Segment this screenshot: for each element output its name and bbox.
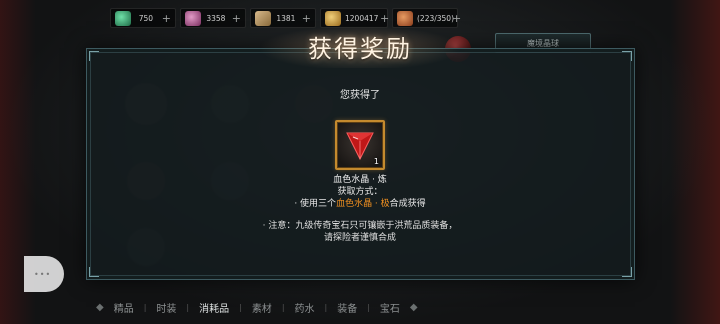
- tab-separator: |: [186, 302, 190, 312]
- obtain-suffix: 合成获得: [389, 199, 426, 209]
- obtain-prefix: · 使用三个: [294, 199, 337, 209]
- tab-separator: |: [143, 302, 147, 312]
- add-gold-button[interactable]: +: [380, 13, 389, 24]
- add-gem-button[interactable]: +: [232, 13, 241, 24]
- tabs-left-arrow-icon[interactable]: ◆: [96, 302, 104, 313]
- tab-equipment[interactable]: 装备: [333, 300, 361, 315]
- tab-separator: |: [324, 302, 328, 312]
- resource-gem: 3358 +: [180, 8, 246, 28]
- resource-value: 750: [138, 13, 154, 23]
- modal-title-wrap: 获得奖励: [250, 24, 470, 68]
- got-text: 您获得了: [340, 90, 380, 101]
- tab-potions[interactable]: 药水: [291, 300, 319, 315]
- tab-separator: |: [281, 302, 285, 312]
- gem-icon: [185, 11, 201, 26]
- resource-value: 1200417: [345, 13, 379, 23]
- corner-decoration: [622, 51, 632, 61]
- tab-premium[interactable]: 精品: [110, 300, 138, 315]
- jade-icon: [115, 11, 131, 26]
- corner-decoration: [89, 267, 99, 277]
- add-ticket-button[interactable]: +: [302, 13, 311, 24]
- tab-separator: |: [367, 302, 370, 312]
- modal-title: 获得奖励: [308, 34, 412, 63]
- add-jade-button[interactable]: +: [162, 13, 171, 24]
- corner-decoration: [89, 51, 99, 61]
- tab-separator: |: [239, 302, 242, 312]
- tab-consumables[interactable]: 消耗品: [195, 300, 233, 315]
- expand-bag-button[interactable]: +: [452, 13, 461, 24]
- resource-jade: 750 +: [110, 8, 176, 28]
- category-tabs: ◆ 精品 | 时装 | 消耗品 | 素材 | 药水 | 装备 | 宝石 ◆: [96, 296, 476, 318]
- obtain-highlight: 血色水晶 · 极: [336, 199, 390, 209]
- tab-gems[interactable]: 宝石: [376, 300, 404, 315]
- chat-bubble-button[interactable]: •••: [24, 256, 64, 292]
- right-edge-decoration: [670, 0, 720, 324]
- corner-decoration: [622, 267, 632, 277]
- reward-item-slot[interactable]: 1: [335, 120, 385, 170]
- obtain-method: · 使用三个血色水晶 · 极合成获得: [0, 196, 720, 209]
- resource-value: (223/350): [417, 13, 455, 23]
- chat-dots-icon: •••: [34, 270, 52, 279]
- item-count: 1: [373, 157, 379, 166]
- tab-materials[interactable]: 素材: [248, 300, 276, 315]
- tabs-right-arrow-icon[interactable]: ◆: [410, 302, 418, 313]
- red-crystal-icon: [346, 132, 374, 161]
- tab-fashion[interactable]: 时装: [152, 300, 180, 315]
- resource-value: 3358: [206, 13, 226, 23]
- note-line-2: 请探险者谨慎合成: [323, 233, 396, 243]
- resource-value: 1381: [276, 13, 296, 23]
